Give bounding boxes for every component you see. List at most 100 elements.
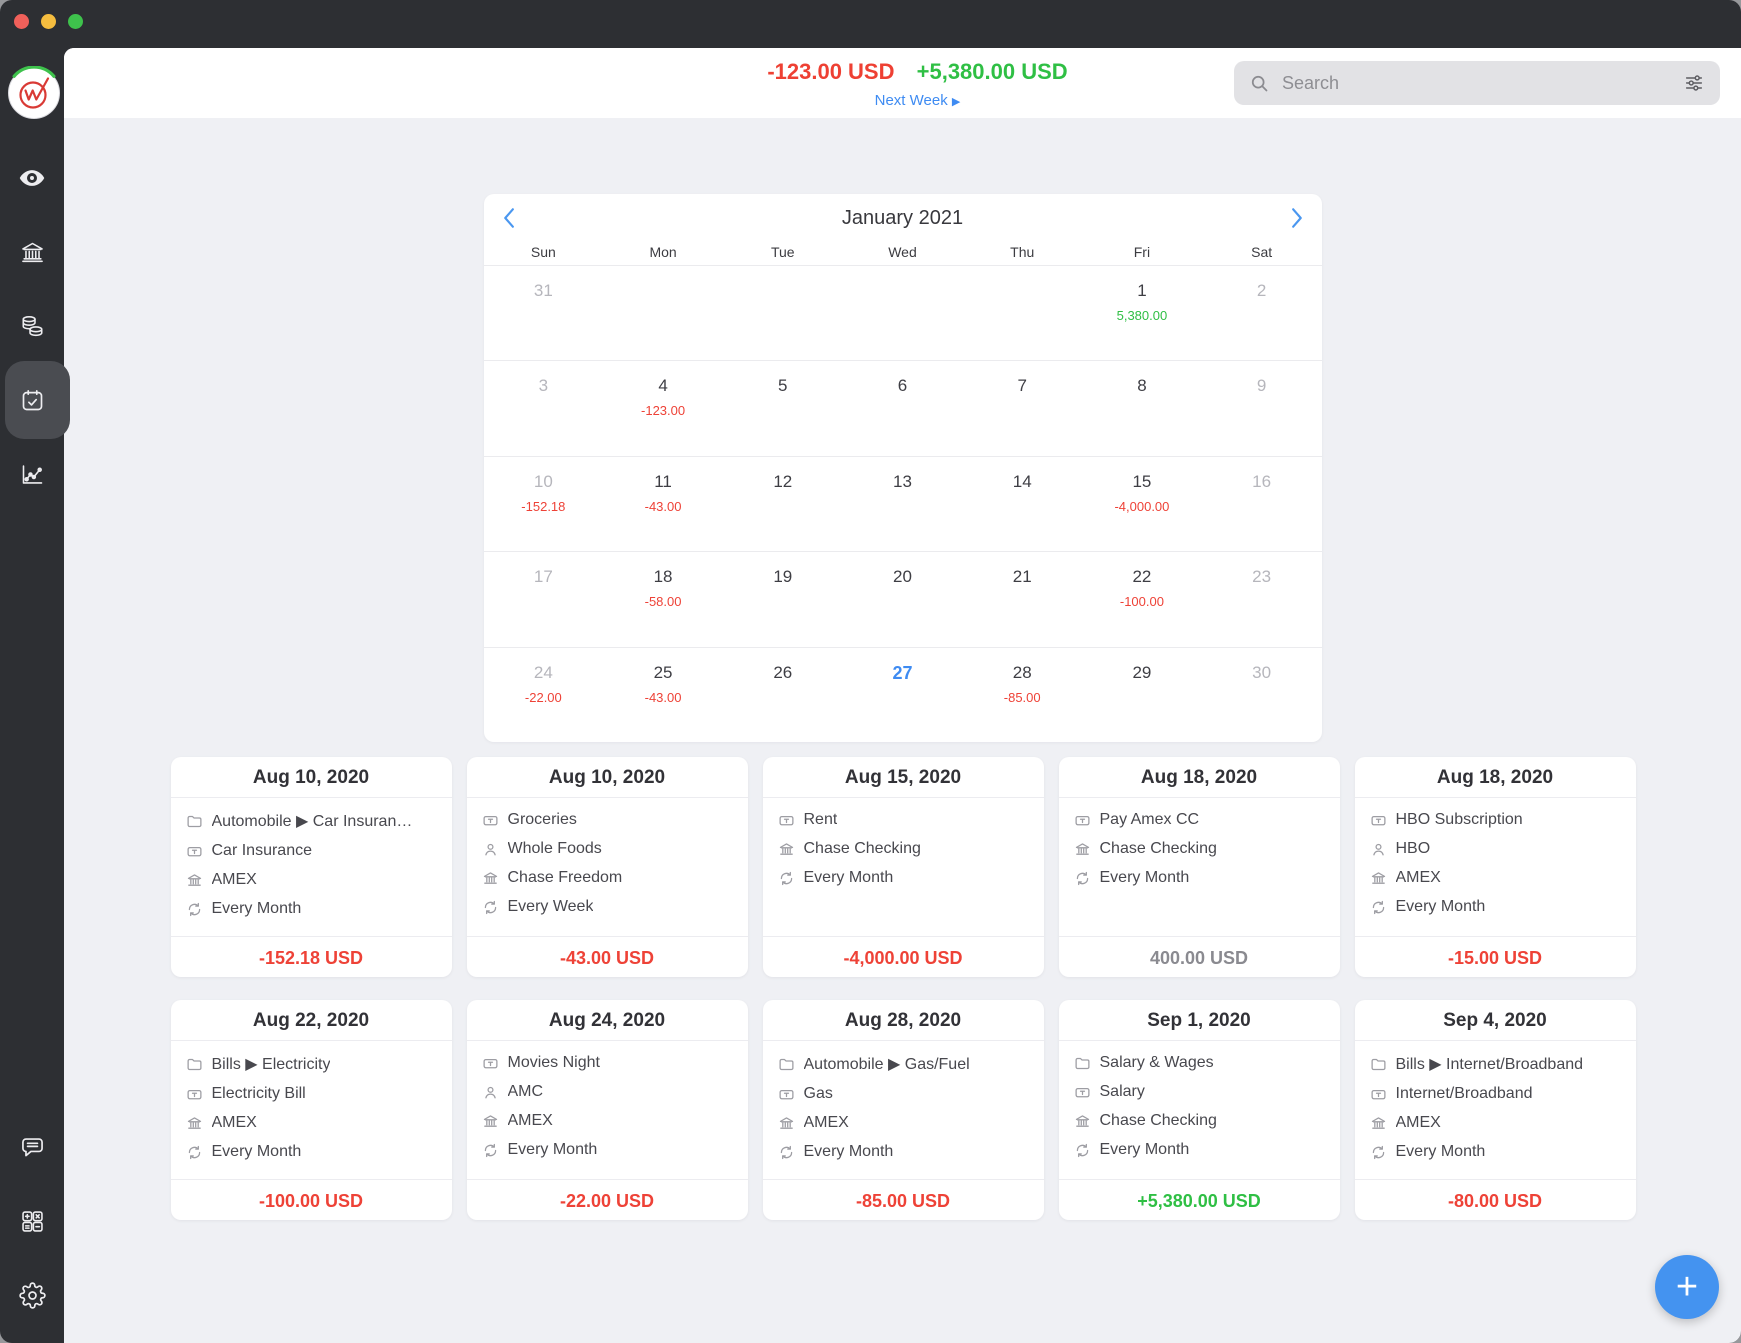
calendar-day-cell[interactable]: 24-22.00	[484, 648, 604, 742]
transaction-card[interactable]: Aug 10, 2020GroceriesWhole FoodsChase Fr…	[467, 757, 748, 977]
calendar-day-cell[interactable]: 25-43.00	[603, 648, 723, 742]
card-row-label: AMEX	[508, 1112, 553, 1130]
sidebar-item-budgets[interactable]	[0, 302, 64, 350]
card-row-label: Every Month	[508, 1141, 598, 1159]
card-row: Chase Checking	[778, 840, 1036, 858]
calendar-day-cell[interactable]: 26	[723, 648, 843, 742]
sidebar-item-scheduled[interactable]	[0, 376, 64, 424]
folder-icon	[1370, 1056, 1387, 1073]
sidebar-item-settings[interactable]	[0, 1271, 64, 1319]
calendar-day-cell[interactable]: 19	[723, 552, 843, 646]
bank-icon	[482, 870, 499, 887]
zoom-button[interactable]	[68, 14, 83, 29]
card-row: Every Month	[778, 1143, 1036, 1161]
calendar-day-cell[interactable]: 13	[843, 457, 963, 551]
day-amount: -22.00	[484, 690, 604, 705]
card-row-label: AMEX	[212, 871, 257, 889]
day-amount: -100.00	[1082, 594, 1202, 609]
calendar-day-cell[interactable]: 28-85.00	[962, 648, 1082, 742]
transaction-card[interactable]: Sep 1, 2020Salary & WagesSalaryChase Che…	[1059, 1000, 1340, 1220]
transaction-card[interactable]: Aug 22, 2020Bills ▶ ElectricityElectrici…	[171, 1000, 452, 1220]
card-amount: -22.00 USD	[467, 1179, 748, 1220]
card-amount: -15.00 USD	[1355, 936, 1636, 977]
card-row: Chase Checking	[1074, 840, 1332, 858]
day-number: 23	[1202, 567, 1322, 587]
calendar-day-cell[interactable]: 14	[962, 457, 1082, 551]
weekday-label: Wed	[843, 244, 963, 260]
transaction-card[interactable]: Aug 18, 2020HBO SubscriptionHBOAMEXEvery…	[1355, 757, 1636, 977]
sidebar-item-overview[interactable]	[0, 154, 64, 202]
transaction-card[interactable]: Aug 10, 2020Automobile ▶ Car Insuran…Car…	[171, 757, 452, 977]
bank-icon	[482, 1113, 499, 1130]
calendar-day-cell[interactable]: 30	[1202, 648, 1322, 742]
calendar-day-cell[interactable]: 9	[1202, 361, 1322, 455]
scheduled-transactions: Aug 10, 2020Automobile ▶ Car Insuran…Car…	[171, 757, 1636, 1220]
minimize-button[interactable]	[41, 14, 56, 29]
search-input[interactable]	[1280, 72, 1673, 95]
calendar-day-cell	[962, 266, 1082, 360]
calendar-day-cell[interactable]: 10-152.18	[484, 457, 604, 551]
transaction-card[interactable]: Sep 4, 2020Bills ▶ Internet/BroadbandInt…	[1355, 1000, 1636, 1220]
calendar-day-cell[interactable]: 8	[1082, 361, 1202, 455]
calendar-day-cell[interactable]: 15-4,000.00	[1082, 457, 1202, 551]
day-amount: -43.00	[603, 690, 723, 705]
calendar-day-cell[interactable]: 22-100.00	[1082, 552, 1202, 646]
sidebar	[0, 0, 64, 1343]
calendar-day-cell[interactable]: 12	[723, 457, 843, 551]
calendar-week-row: 34-123.0056789	[484, 360, 1322, 455]
calendar-day-cell[interactable]: 15,380.00	[1082, 266, 1202, 360]
transaction-card[interactable]: Aug 18, 2020Pay Amex CCChase CheckingEve…	[1059, 757, 1340, 977]
calendar-day-cell[interactable]: 31	[484, 266, 604, 360]
calendar-day-cell[interactable]: 23	[1202, 552, 1322, 646]
sidebar-item-reports[interactable]	[0, 450, 64, 498]
card-row-label: AMEX	[804, 1114, 849, 1132]
calendar-day-cell[interactable]: 29	[1082, 648, 1202, 742]
transaction-card[interactable]: Aug 15, 2020RentChase CheckingEvery Mont…	[763, 757, 1044, 977]
calendar-day-cell[interactable]: 20	[843, 552, 963, 646]
calendar-day-cell[interactable]: 17	[484, 552, 604, 646]
calendar-day-cell[interactable]: 2	[1202, 266, 1322, 360]
tag-icon	[482, 1055, 499, 1072]
card-row-label: Gas	[804, 1085, 833, 1103]
sidebar-item-accounts[interactable]	[0, 228, 64, 276]
card-row: Gas	[778, 1085, 1036, 1103]
card-row-label: Automobile ▶ Car Insuran…	[212, 811, 413, 831]
app-window: -123.00 USD +5,380.00 USD Next Week ▶	[0, 0, 1741, 1343]
calendar-day-cell[interactable]: 18-58.00	[603, 552, 723, 646]
calendar-day-cell[interactable]: 4-123.00	[603, 361, 723, 455]
search-bar[interactable]	[1234, 61, 1720, 105]
card-amount: -100.00 USD	[171, 1179, 452, 1220]
repeat-icon	[186, 1144, 203, 1161]
day-number: 1	[1082, 281, 1202, 301]
sidebar-nav-top	[0, 154, 64, 498]
close-button[interactable]	[14, 14, 29, 29]
calendar-day-cell[interactable]: 5	[723, 361, 843, 455]
calendar-day-cell[interactable]: 21	[962, 552, 1082, 646]
card-row-label: Chase Freedom	[508, 869, 623, 887]
calculator-icon	[19, 1208, 46, 1235]
card-date: Aug 18, 2020	[1355, 757, 1636, 798]
calendar-day-cell	[843, 266, 963, 360]
sidebar-item-feedback[interactable]	[0, 1123, 64, 1171]
card-row: Every Month	[778, 869, 1036, 887]
calendar-day-cell[interactable]: 7	[962, 361, 1082, 455]
day-amount: -85.00	[962, 690, 1082, 705]
calendar-day-cell[interactable]: 3	[484, 361, 604, 455]
calendar-day-cell[interactable]: 11-43.00	[603, 457, 723, 551]
transaction-card[interactable]: Aug 24, 2020Movies NightAMCAMEXEvery Mon…	[467, 1000, 748, 1220]
calendar-day-cell[interactable]: 27	[843, 648, 963, 742]
calendar-day-cell[interactable]: 16	[1202, 457, 1322, 551]
calendar-week-row: 24-22.0025-43.00262728-85.002930	[484, 647, 1322, 742]
card-row: Salary	[1074, 1083, 1332, 1101]
day-number: 14	[962, 472, 1082, 492]
folder-icon	[1074, 1055, 1091, 1072]
sidebar-item-calculator[interactable]	[0, 1197, 64, 1245]
calendar-day-cell[interactable]: 6	[843, 361, 963, 455]
next-month-button[interactable]	[1291, 207, 1304, 229]
transaction-card[interactable]: Aug 28, 2020Automobile ▶ Gas/FuelGasAMEX…	[763, 1000, 1044, 1220]
card-rows: GroceriesWhole FoodsChase FreedomEvery W…	[467, 798, 748, 916]
add-transaction-button[interactable]: +	[1655, 1255, 1719, 1319]
filter-sliders-icon[interactable]	[1683, 72, 1705, 94]
week-income-total: +5,380.00 USD	[917, 59, 1068, 84]
tag-icon	[186, 1086, 203, 1103]
